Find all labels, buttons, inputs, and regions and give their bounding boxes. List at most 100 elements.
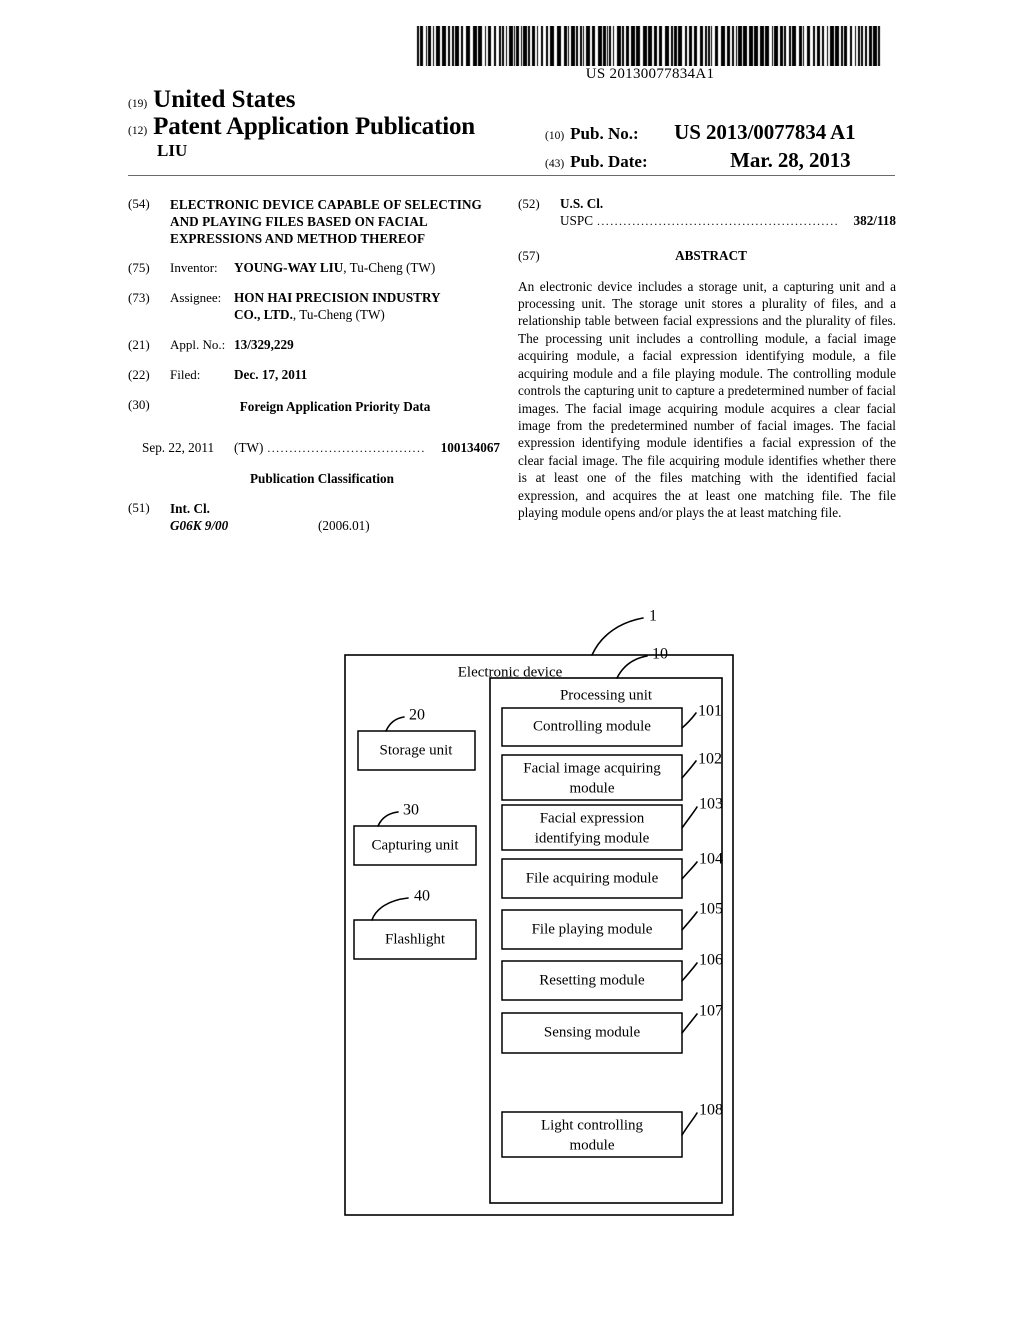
doc-type-line: (12) Patent Application Publication — [128, 113, 548, 140]
assignee-value: HON HAI PRECISION INDUSTRY CO., LTD., Tu-… — [234, 290, 500, 324]
header-left: (19) United States (12) Patent Applicati… — [128, 86, 548, 161]
leader-line-10 — [616, 655, 648, 679]
figure-ref-1: 1 — [649, 608, 657, 625]
pub-date-value: Mar. 28, 2013 — [730, 148, 851, 172]
module-label-105: File playing module — [532, 921, 653, 937]
header-right: (10) Pub. No.: US 2013/0077834 A1 (43) P… — [545, 120, 897, 176]
leader-line-106 — [681, 962, 698, 982]
priority-number: 100134067 — [440, 439, 500, 455]
figure-ref-10: 10 — [652, 646, 668, 663]
flashlight-label: Flashlight — [385, 931, 446, 947]
int-cl-code: G06K 9/00 — [170, 517, 229, 533]
inventor-label: Inventor: — [170, 260, 218, 276]
pub-date-row: (43) Pub. Date: Mar. 28, 2013 — [545, 148, 897, 173]
inid-21: (21) — [128, 337, 150, 353]
module-label-102-line2: module — [570, 780, 615, 796]
int-cl-version: (2006.01) — [318, 517, 370, 533]
assignee-label: Assignee: — [170, 290, 222, 306]
inid-52: (52) — [518, 196, 540, 211]
uspc-label: USPC — [560, 212, 593, 228]
inventor-residence: , Tu-Cheng (TW) — [343, 260, 436, 276]
inid-43: (43) — [545, 158, 565, 170]
leader-line-101 — [681, 712, 697, 729]
module-label-107: Sensing module — [544, 1024, 641, 1040]
foreign-priority-heading: Foreign Application Priority Data — [239, 398, 431, 414]
document-type: Patent Application Publication — [153, 113, 475, 140]
leader-line-105 — [681, 911, 698, 931]
leader-line-104 — [681, 861, 698, 880]
invention-title: ELECTRONIC DEVICE CAPABLE OF SELECTING A… — [170, 197, 482, 247]
leader-line-102 — [681, 760, 697, 779]
processing-unit-label: Processing unit — [560, 687, 653, 703]
inventor-value: YOUNG-WAY LIU, Tu-Cheng (TW) — [234, 260, 500, 277]
country-name: United States — [153, 86, 296, 113]
bibliographic-left-column: (54) ELECTRONIC DEVICE CAPABLE OF SELECT… — [128, 196, 500, 547]
figure-ref-107: 107 — [699, 1003, 723, 1020]
abstract-heading: ABSTRACT — [675, 247, 747, 263]
leader-line-20 — [385, 716, 405, 732]
inid-22: (22) — [128, 367, 150, 383]
us-cl-body: U.S. Cl. USPC ..........................… — [560, 196, 896, 230]
module-label-106: Resetting module — [539, 972, 645, 988]
figure-ref-101: 101 — [698, 703, 722, 720]
us-cl-label: U.S. Cl. — [560, 196, 604, 211]
country-line: (19) United States — [128, 86, 548, 113]
module-label-108-line2: module — [570, 1137, 615, 1153]
filed-value: Dec. 17, 2011 — [234, 367, 308, 383]
publication-classification-heading: Publication Classification — [250, 470, 394, 486]
priority-country: (TW) — [234, 439, 264, 455]
appl-no-value: 13/329,229 — [234, 337, 294, 353]
leader-line-103 — [681, 806, 698, 829]
inid-12: (12) — [128, 125, 148, 137]
leader-line-1 — [591, 617, 644, 656]
capturing-unit-label: Capturing unit — [371, 837, 459, 853]
module-label-102: Facial image acquiring — [523, 760, 661, 776]
pub-no-row: (10) Pub. No.: US 2013/0077834 A1 — [545, 120, 897, 145]
inid-10: (10) — [545, 130, 565, 142]
figure-ref-30: 30 — [403, 802, 419, 819]
inid-51: (51) — [128, 499, 150, 515]
module-label-103-line2: identifying module — [535, 830, 650, 846]
appl-no-label: Appl. No.: — [170, 337, 226, 353]
assignee-name-line1: HON HAI PRECISION INDUSTRY — [234, 290, 441, 306]
int-cl-row: G06K 9/00 (2006.01) — [170, 517, 500, 534]
bibliographic-right-column: (52) U.S. Cl. USPC .....................… — [518, 196, 896, 521]
figure-ref-106: 106 — [699, 952, 723, 969]
pub-no-label: Pub. No.: — [570, 124, 639, 143]
uspc-dot-leader: ........................................… — [597, 213, 839, 228]
inid-57: (57) — [518, 247, 540, 263]
uspc-row: USPC ...................................… — [560, 213, 896, 230]
storage-unit-label: Storage unit — [380, 742, 454, 758]
barcode — [415, 26, 885, 66]
leader-line-108 — [681, 1112, 698, 1136]
inid-19: (19) — [128, 98, 148, 110]
assignee-name-line2: CO., LTD. — [234, 307, 293, 323]
figure-ref-104: 104 — [699, 851, 723, 868]
inid-54: (54) — [128, 196, 150, 211]
field-inventor: (75) Inventor: YOUNG-WAY LIU, Tu-Cheng (… — [128, 260, 500, 277]
field-filed: (22) Filed: Dec. 17, 2011 — [128, 367, 500, 384]
figure-ref-108: 108 — [699, 1102, 723, 1119]
int-cl-label: Int. Cl. — [170, 500, 210, 516]
module-label-101: Controlling module — [533, 718, 651, 734]
pub-date-label: Pub. Date: — [570, 152, 648, 171]
figure-ref-103: 103 — [699, 796, 723, 813]
uspc-value: 382/118 — [853, 212, 897, 228]
header-divider — [128, 175, 895, 176]
foreign-priority-entry: Sep. 22, 2011 (TW) .....................… — [142, 440, 500, 457]
module-label-103: Facial expression — [540, 810, 645, 826]
module-label-108: Light controlling — [541, 1117, 644, 1133]
inventor-surname: LIU — [157, 141, 188, 160]
pub-no-value: US 2013/0077834 A1 — [674, 120, 856, 144]
barcode-canvas — [415, 26, 885, 66]
inid-75: (75) — [128, 260, 150, 276]
abstract-heading-row: (57) ABSTRACT — [518, 248, 896, 265]
figure-ref-40: 40 — [414, 888, 430, 905]
field-int-cl: (51) Int. Cl. G06K 9/00 (2006.01) — [128, 500, 500, 534]
figure-ref-105: 105 — [699, 901, 723, 918]
figure-ref-20: 20 — [409, 707, 425, 724]
module-label-104: File acquiring module — [526, 870, 659, 886]
inventor-name: YOUNG-WAY LIU — [234, 260, 344, 276]
field-us-cl: (52) U.S. Cl. USPC .....................… — [518, 196, 896, 230]
priority-date: Sep. 22, 2011 — [142, 439, 215, 455]
